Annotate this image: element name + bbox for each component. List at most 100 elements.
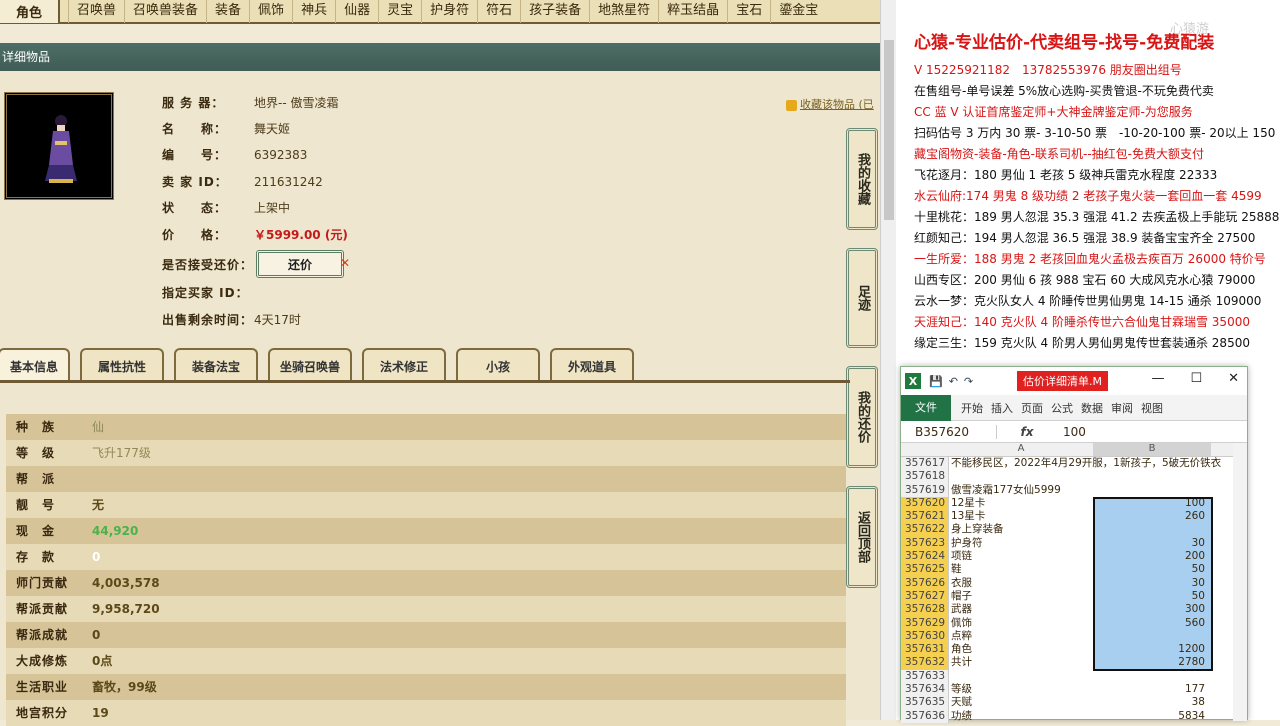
cell-a[interactable]: 不能移民区，2022年4月29开服，1新孩子，5破无价铁衣 — [949, 457, 1221, 470]
cell-a[interactable]: 天赋 — [949, 696, 1093, 709]
cell-b[interactable] — [1093, 484, 1211, 497]
undo-icon[interactable]: ↶ — [949, 375, 958, 388]
tab-appearance[interactable]: 外观道具 — [550, 348, 634, 382]
save-icon[interactable]: 💾 — [929, 375, 943, 388]
maximize-icon[interactable]: ☐ — [1190, 371, 1202, 386]
sheet-row[interactable]: 357617 不能移民区，2022年4月29开服，1新孩子，5破无价铁衣 — [901, 457, 1247, 471]
cell-a[interactable] — [949, 470, 1093, 483]
category-tab[interactable]: 护身符 — [421, 0, 477, 23]
close-icon[interactable]: ✕ — [340, 256, 350, 270]
category-tab[interactable]: 地煞星符 — [589, 0, 658, 23]
row-number[interactable]: 357617 — [901, 457, 949, 471]
row-number[interactable]: 357624 — [901, 550, 949, 564]
back-to-top-button[interactable]: 返回顶部 — [846, 486, 878, 588]
category-tab[interactable]: 宝石 — [727, 0, 770, 23]
page-scrollbar[interactable] — [880, 0, 896, 720]
row-number[interactable]: 357621 — [901, 510, 949, 524]
formula-input[interactable]: 100 — [1057, 425, 1086, 439]
row-number[interactable]: 357633 — [901, 669, 949, 684]
ribbon-tab[interactable]: 审阅 — [1107, 400, 1137, 416]
row-number[interactable]: 357626 — [901, 576, 949, 590]
cell-a[interactable]: 项链 — [949, 550, 1093, 563]
cell-b[interactable]: 38 — [1093, 696, 1211, 709]
redo-icon[interactable]: ↷ — [964, 375, 973, 388]
sheet-row[interactable]: 357636 功绩 5834 — [901, 709, 1247, 723]
excel-window[interactable]: X 💾 ↶ ↷ 估价详细清单.M — ☐ ✕ 文件 开始 插入 页面 公式 数据 审阅 视图… — [900, 366, 1248, 723]
row-number[interactable]: 357635 — [901, 696, 949, 710]
favorite-link[interactable]: 收藏该物品 (已 — [786, 96, 874, 112]
category-tab[interactable]: 神兵 — [292, 0, 335, 23]
cell-a[interactable]: 12星卡 — [949, 497, 1093, 510]
row-number[interactable]: 357634 — [901, 683, 949, 697]
minimize-icon[interactable]: — — [1151, 371, 1164, 386]
cell-b[interactable]: 5834 — [1093, 710, 1211, 723]
row-number[interactable]: 357625 — [901, 563, 949, 577]
tab-equipment[interactable]: 装备法宝 — [174, 348, 258, 382]
cell-b[interactable] — [1093, 670, 1211, 683]
ribbon-tab[interactable]: 开始 — [957, 400, 987, 416]
cell-a[interactable]: 衣服 — [949, 577, 1093, 590]
footprint-button[interactable]: 足迹 — [846, 248, 878, 348]
tab-child[interactable]: 小孩 — [456, 348, 540, 382]
cell-a[interactable]: 共计 — [949, 656, 1093, 669]
category-tab[interactable]: 符石 — [477, 0, 520, 23]
row-number[interactable]: 357630 — [901, 629, 949, 644]
cell-a[interactable]: 13星卡 — [949, 510, 1093, 523]
cell-a[interactable]: 佩饰 — [949, 617, 1093, 630]
sheet-grid[interactable]: 357617 不能移民区，2022年4月29开服，1新孩子，5破无价铁衣 35761… — [901, 457, 1247, 723]
cell-a[interactable]: 武器 — [949, 603, 1093, 616]
column-b-header[interactable]: B — [1093, 443, 1211, 456]
sheet-row[interactable]: 357635 天赋 38 — [901, 696, 1247, 710]
cell-a[interactable]: 护身符 — [949, 537, 1093, 550]
category-tab[interactable]: 鎏金宝 — [770, 0, 826, 23]
cell-a[interactable]: 帽子 — [949, 590, 1093, 603]
cell-a[interactable]: 等级 — [949, 683, 1093, 696]
row-number[interactable]: 357619 — [901, 483, 949, 497]
excel-scrollbar[interactable] — [1233, 443, 1247, 721]
row-number[interactable]: 357623 — [901, 536, 949, 551]
cell-a[interactable]: 功绩 — [949, 710, 1093, 723]
row-number[interactable]: 357629 — [901, 616, 949, 630]
cell-a[interactable]: 角色 — [949, 643, 1093, 656]
row-number[interactable]: 357632 — [901, 656, 949, 670]
sheet-row[interactable]: 357634 等级 177 — [901, 683, 1247, 697]
row-number[interactable]: 357618 — [901, 470, 949, 484]
ribbon-tab[interactable]: 页面 — [1017, 400, 1047, 416]
row-number[interactable]: 357627 — [901, 589, 949, 604]
column-a-header[interactable]: A — [949, 443, 1093, 456]
fx-icon[interactable]: fx — [997, 425, 1057, 439]
role-tab[interactable]: 角色 — [0, 0, 60, 23]
row-number[interactable]: 357631 — [901, 643, 949, 657]
cell-a[interactable] — [949, 670, 1093, 683]
tab-basic-info[interactable]: 基本信息 — [0, 348, 70, 382]
tab-mounts-pets[interactable]: 坐骑召唤兽 — [268, 348, 352, 382]
row-number[interactable]: 357620 — [901, 496, 949, 511]
category-tab[interactable]: 召唤兽 — [68, 0, 124, 23]
name-box[interactable]: B357620 — [901, 424, 997, 439]
sheet-row[interactable]: 357619 傲雪凌霜177女仙5999 — [901, 483, 1247, 497]
category-tab[interactable]: 孩子装备 — [520, 0, 589, 23]
ribbon-tab[interactable]: 数据 — [1077, 400, 1107, 416]
row-number[interactable]: 357636 — [901, 709, 949, 723]
row-number[interactable]: 357622 — [901, 523, 949, 537]
ribbon-tab[interactable]: 插入 — [987, 400, 1017, 416]
cell-b[interactable] — [1093, 470, 1211, 483]
category-tab[interactable]: 粹玉结晶 — [658, 0, 727, 23]
counter-offer-button[interactable]: 还价 — [256, 250, 344, 278]
category-tab[interactable]: 装备 — [206, 0, 249, 23]
ribbon-tab[interactable]: 视图 — [1137, 400, 1167, 416]
category-tab[interactable]: 仙器 — [335, 0, 378, 23]
cell-b[interactable]: 177 — [1093, 683, 1211, 696]
file-tab[interactable]: 文件 — [901, 394, 951, 421]
sheet-row[interactable]: 357618 — [901, 470, 1247, 484]
cell-a[interactable]: 傲雪凌霜177女仙5999 — [949, 484, 1093, 497]
category-tab[interactable]: 佩饰 — [249, 0, 292, 23]
scrollbar-thumb[interactable] — [884, 40, 894, 220]
cell-a[interactable]: 点粹 — [949, 630, 1093, 643]
ribbon-tab[interactable]: 公式 — [1047, 400, 1077, 416]
category-tab[interactable]: 召唤兽装备 — [124, 0, 206, 23]
sheet-row[interactable]: 357633 — [901, 669, 1247, 684]
cell-a[interactable]: 鞋 — [949, 563, 1093, 576]
close-window-icon[interactable]: ✕ — [1228, 371, 1239, 386]
cell-a[interactable]: 身上穿装备 — [949, 523, 1093, 536]
